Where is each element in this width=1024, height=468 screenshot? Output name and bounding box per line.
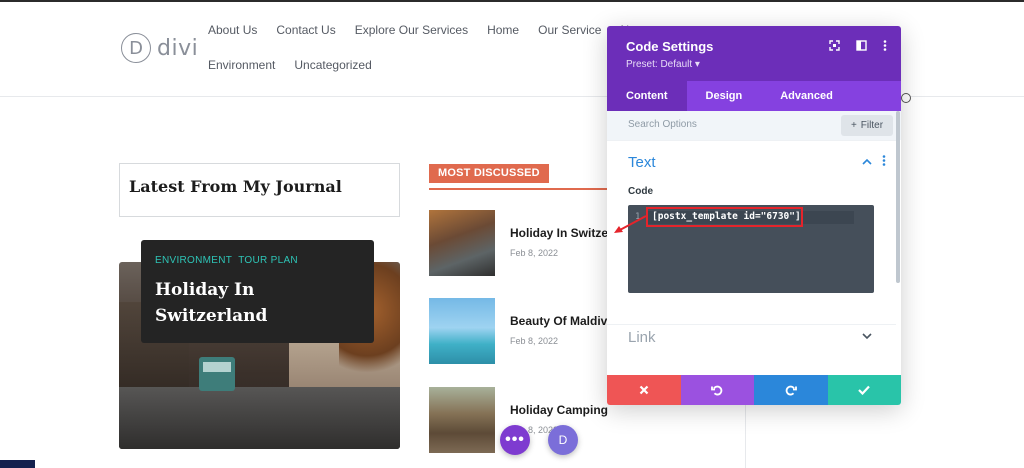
journal-heading: Latest From My Journal [129, 177, 342, 196]
link-section-title[interactable]: Link [628, 329, 656, 346]
undo-icon [711, 385, 723, 396]
filter-button[interactable]: + Filter [841, 115, 893, 136]
most-discussed-rule [429, 188, 609, 190]
hero-tram-window [203, 362, 231, 372]
module-actions-button[interactable]: ••• [500, 425, 530, 455]
nav-item-contact-us[interactable]: Contact Us [276, 23, 335, 37]
divi-builder-button[interactable]: D [548, 425, 578, 455]
hero-title[interactable]: Holiday In Switzerland [155, 277, 355, 329]
check-icon [858, 385, 871, 395]
save-button[interactable] [827, 375, 901, 405]
nav-item-home[interactable]: Home [487, 23, 519, 37]
columns-icon[interactable] [856, 40, 867, 54]
top-rule [0, 0, 1024, 2]
nav-item-uncategorized[interactable]: Uncategorized [294, 58, 371, 72]
column-divider [745, 404, 746, 468]
chevron-up-icon[interactable] [862, 156, 872, 168]
post-date: Feb 8, 2022 [510, 336, 559, 346]
code-field-label: Code [628, 186, 653, 197]
text-section-title[interactable]: Text [628, 154, 656, 171]
resize-handle[interactable] [901, 93, 911, 103]
post-title[interactable]: Holiday In Switzer [510, 226, 613, 240]
hero-categories: Environment Tour Plan [155, 255, 360, 266]
post-thumbnail[interactable] [429, 387, 495, 453]
nav-item-our-service[interactable]: Our Service [538, 23, 601, 37]
journal-heading-box: Latest From My Journal [119, 163, 400, 217]
tab-advanced[interactable]: Advanced [761, 81, 852, 111]
panel-action-bar [607, 375, 901, 405]
tab-content[interactable]: Content [607, 81, 687, 111]
redo-icon [785, 385, 797, 396]
cancel-button[interactable] [607, 375, 681, 405]
corner-badge [0, 460, 35, 468]
plus-icon: + [850, 120, 857, 131]
panel-header: Code Settings Preset: Default ▾ [607, 26, 901, 81]
post-thumbnail[interactable] [429, 298, 495, 364]
close-icon [639, 385, 649, 395]
post-title[interactable]: Beauty Of Maldive [510, 314, 614, 328]
expand-icon[interactable] [829, 40, 840, 54]
code-settings-panel: Code Settings Preset: Default ▾ Content … [607, 26, 901, 405]
vertical-dots-icon[interactable] [883, 40, 887, 54]
filter-label: Filter [860, 120, 884, 131]
undo-button[interactable] [680, 375, 754, 405]
code-highlight-box [646, 207, 803, 227]
category-environment[interactable]: Environment [155, 255, 232, 266]
search-row: + Filter [607, 111, 901, 140]
redo-button[interactable] [754, 375, 828, 405]
text-section: Text Code 1 [postx_template id="6730"] [607, 140, 896, 324]
list-item[interactable]: Beauty Of Maldive Feb 8, 2022 [429, 298, 614, 364]
list-item[interactable]: Holiday In Switzer Feb 8, 2022 [429, 210, 613, 276]
main-nav-row-2: Environment Uncategorized [208, 58, 372, 72]
post-title[interactable]: Holiday Camping [510, 403, 608, 417]
nav-item-about-us[interactable]: About Us [208, 23, 257, 37]
chevron-down-icon[interactable] [862, 331, 872, 343]
most-discussed-label: MOST DISCUSSED [429, 164, 549, 183]
nav-item-explore-services[interactable]: Explore Our Services [355, 23, 468, 37]
logo-mark: D [121, 33, 151, 63]
post-date: Feb 8, 2022 [510, 248, 559, 258]
category-tour-plan[interactable]: Tour Plan [238, 255, 298, 266]
logo-text: divi [157, 35, 199, 61]
section-more-icon[interactable] [882, 155, 886, 169]
code-editor[interactable]: 1 [postx_template id="6730"] [628, 205, 874, 293]
panel-tabs: Content Design Advanced [607, 81, 901, 111]
panel-header-icons [829, 40, 887, 54]
hero-street [119, 387, 400, 449]
link-section[interactable]: Link [607, 324, 896, 360]
post-thumbnail[interactable] [429, 210, 495, 276]
panel-title: Code Settings [626, 39, 714, 54]
preset-dropdown[interactable]: Preset: Default ▾ [626, 59, 700, 70]
tab-design[interactable]: Design [687, 81, 762, 111]
nav-item-environment[interactable]: Environment [208, 58, 275, 72]
main-nav-row-1: About Us Contact Us Explore Our Services… [208, 23, 636, 37]
site-logo[interactable]: D divi [121, 33, 198, 63]
pointer-arrow-icon [614, 215, 647, 233]
hero-caption-card: Environment Tour Plan Holiday In Switzerl… [141, 240, 374, 343]
search-input[interactable] [628, 119, 808, 130]
panel-scrollbar[interactable] [896, 111, 900, 283]
